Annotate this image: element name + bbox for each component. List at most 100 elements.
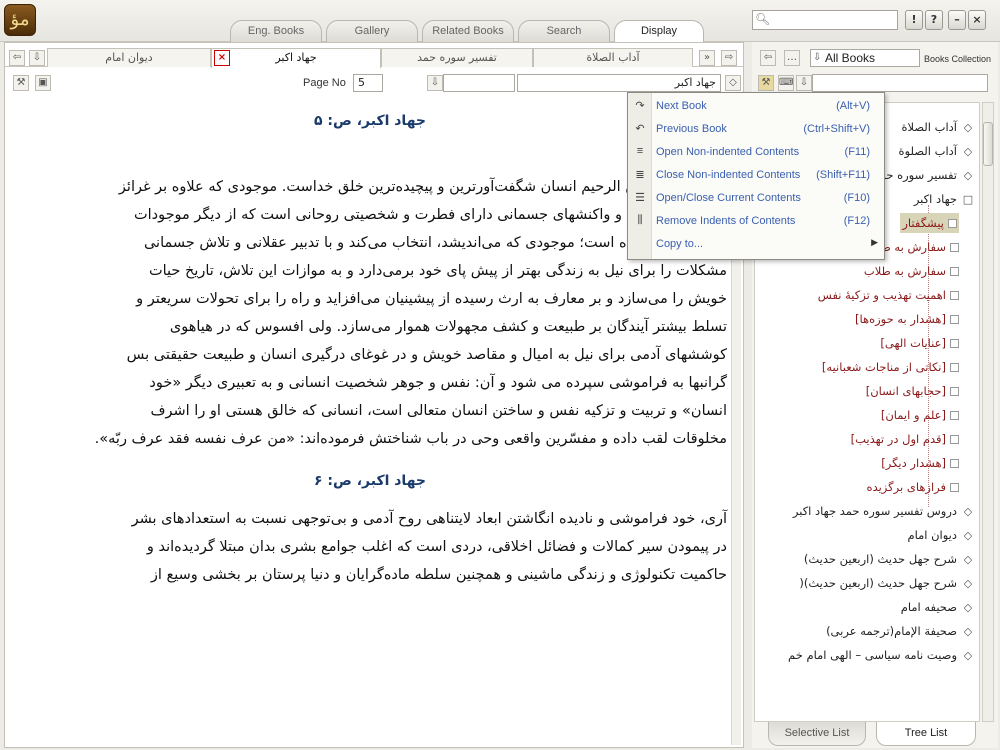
doc-tab-adab[interactable]: آداب الصلاة <box>533 48 693 67</box>
close-window-button[interactable]: × <box>968 10 986 30</box>
text-line: آری، خود فراموشی و نادیده انگاشتن ابعاد … <box>131 511 727 527</box>
node-box-icon <box>950 363 959 372</box>
book-icon: ◇ <box>963 648 973 662</box>
tree-subitem[interactable]: [قدم اول در تهذیب] <box>851 429 959 449</box>
tree-item[interactable]: ◇دروس تفسیر سوره حمد جهاد اکبر <box>793 501 975 521</box>
tree-item[interactable]: ◇آداب الصلاة <box>901 117 975 137</box>
page-down-arrow-icon[interactable]: ⇩ <box>427 75 443 91</box>
tabs-more-icon[interactable]: » <box>699 50 715 66</box>
node-box-icon <box>950 435 959 444</box>
tree-subitem[interactable]: [هشدار دیگر] <box>881 453 959 473</box>
tree-item[interactable]: ◇وصیت نامه سیاسی – الهی امام خم <box>788 645 975 665</box>
tree-item[interactable]: ◇شرح جهل حدیث (اربعین حدیث) <box>804 549 975 569</box>
tab-eng-books[interactable]: Eng. Books <box>230 20 322 42</box>
search-icon: 🔍︎ <box>755 12 771 26</box>
context-menu: ↷ Next Book (Alt+V) ↶ Previous Book (Ctr… <box>627 92 885 260</box>
book-next-icon: ↷ <box>635 100 645 112</box>
node-box-icon <box>950 267 959 276</box>
menu-item-remove-indents[interactable]: ⫼ Remove Indents of Contents (F12) <box>628 210 884 233</box>
tree-subitem[interactable]: [علم و ایمان] <box>881 405 959 425</box>
section-dropdown[interactable] <box>443 74 515 92</box>
tab-selective-list[interactable]: Selective List <box>768 722 866 746</box>
tree-item[interactable]: ◇صحیفه امام <box>901 597 975 617</box>
book-icon: ◇ <box>963 624 973 638</box>
tree-subitem[interactable]: اهمیت تهذیب و تزکیهٔ نفس <box>818 285 959 305</box>
menu-item-previous-book[interactable]: ↶ Previous Book (Ctrl+Shift+V) <box>628 118 884 141</box>
text-line: حاکمیت تکنولوژی و زندگی ماشینی و همچنین … <box>150 567 727 583</box>
help-button[interactable]: ? <box>925 10 943 30</box>
tabs-left-arrow-icon[interactable]: ⇦ <box>9 50 25 66</box>
book-icon: ◇ <box>963 576 973 590</box>
node-box-icon <box>950 243 959 252</box>
tab-search[interactable]: Search <box>518 20 610 42</box>
list-close-icon: ≣ <box>635 169 645 181</box>
books-collection-value: All Books <box>825 51 876 65</box>
node-box-icon <box>948 219 957 228</box>
tree-item[interactable]: ◇دیوان امام <box>907 525 975 545</box>
close-tab-icon[interactable]: × <box>214 50 230 66</box>
wrench-icon[interactable]: ⚒ <box>13 75 29 91</box>
frame-icon[interactable]: ▣ <box>35 75 51 91</box>
toggle-contents-icon: ☰ <box>635 192 645 204</box>
book-prev-icon: ↶ <box>635 123 645 135</box>
tree-subitem[interactable]: [عنایات الهی] <box>880 333 959 353</box>
menu-item-copy-to[interactable]: Copy to... ▶ <box>628 233 884 256</box>
more-options-icon[interactable]: … <box>784 50 800 66</box>
page-heading: جهاد اکبر، ص: ۵ <box>313 113 427 129</box>
books-collection-select[interactable]: ⇩ All Books <box>810 49 920 67</box>
alert-button[interactable]: ! <box>905 10 923 30</box>
chevron-down-icon: ⇩ <box>813 52 822 63</box>
tree-down-arrow-icon[interactable]: ⇩ <box>796 75 812 91</box>
menu-item-close-contents[interactable]: ≣ Close Non-indented Contents (Shift+F11… <box>628 164 884 187</box>
doc-tab-jihad-label: جهاد اکبر <box>275 51 317 64</box>
text-line: کوششهای آدمی برای نیل به امیال و مقاصد خ… <box>126 347 727 363</box>
tree-subitem[interactable]: [حجابهای انسان] <box>866 381 959 401</box>
tab-gallery[interactable]: Gallery <box>326 20 418 42</box>
menu-item-toggle-contents[interactable]: ☰ Open/Close Current Contents (F10) <box>628 187 884 210</box>
doc-tab-divan[interactable]: دیوان امام <box>47 48 211 67</box>
minimize-button[interactable]: – <box>948 10 966 30</box>
doc-tab-jihad[interactable]: × جهاد اکبر <box>211 48 381 68</box>
tree-scrollbar-thumb[interactable] <box>983 122 993 166</box>
copy-icon <box>632 237 648 251</box>
tree-subitem[interactable]: فرازهای برگزیده <box>867 477 959 497</box>
tree-scrollbar[interactable] <box>982 102 994 722</box>
page-number-input[interactable]: 5 <box>353 74 383 92</box>
tab-related-books[interactable]: Related Books <box>422 20 514 42</box>
tabs-down-arrow-icon[interactable]: ⇩ <box>29 50 45 66</box>
book-icon: ◇ <box>963 120 973 134</box>
books-collection-label: Books Collection <box>924 54 992 64</box>
tree-item[interactable]: ◇تفسیر سوره حمد <box>874 165 975 185</box>
text-line: خویش را می‌سازد و بر معارف به ارث رسیده … <box>136 291 727 307</box>
tabs-right-arrow-icon[interactable]: ⇨ <box>721 50 737 66</box>
submenu-arrow-icon: ▶ <box>871 237 878 247</box>
tab-display[interactable]: Display <box>614 20 704 43</box>
node-box-icon <box>950 291 959 300</box>
tree-subitem[interactable]: [هشدار به حوزه‌ها] <box>855 309 959 329</box>
menu-item-next-book[interactable]: ↷ Next Book (Alt+V) <box>628 95 884 118</box>
text-line: تسلط بیشتر آیندگان بر طبیعت و کشف مجهولا… <box>169 319 727 335</box>
books-toolbar: ⇦ … ⇩ All Books Books Collection <box>752 46 998 68</box>
back-arrow-icon[interactable]: ⇦ <box>760 50 776 66</box>
tree-item[interactable]: ◇صحیفة الإمام(ترجمه عربی) <box>826 621 975 641</box>
doc-tab-tafsir[interactable]: تفسیر سوره حمد <box>381 48 533 67</box>
text-line: مشکلات را برای نیل به زندگی بهتر از پیش … <box>148 263 727 279</box>
global-search-input[interactable]: 🔍︎ <box>752 10 898 30</box>
book-jump-input[interactable]: جهاد اکبر <box>517 74 721 92</box>
tree-search-input[interactable] <box>812 74 988 92</box>
document-tabs: ⇦ ⇩ دیوان امام × جهاد اکبر تفسیر سوره حم… <box>5 45 743 68</box>
text-line: انسان» و تربیت و تزکیه نفس و ساختن انسان… <box>150 403 727 419</box>
menu-item-open-contents[interactable]: ≡ Open Non-indented Contents (F11) <box>628 141 884 164</box>
key-icon[interactable]: ⚒ <box>758 75 774 91</box>
tree-item[interactable]: ◇آداب الصلوة <box>899 141 975 161</box>
tree-subitem[interactable]: پیشگفتار <box>900 213 959 233</box>
tab-tree-list[interactable]: Tree List <box>876 722 976 746</box>
tree-item[interactable]: ◇شرح جهل حدیث (اربعین حدیث)( <box>799 573 975 593</box>
tree-subitem[interactable]: [نکاتی از مناجات شعبانیه] <box>822 357 959 377</box>
book-icon: ◇ <box>963 504 973 518</box>
tree-subitem[interactable]: سفارش به طلاب <box>864 261 959 281</box>
tree-item-open[interactable]: □جهاد اکبر <box>914 189 975 209</box>
keyboard-icon[interactable]: ⌨ <box>778 75 794 91</box>
list-open-icon: ≡ <box>636 145 644 157</box>
eraser-icon[interactable]: ◇ <box>725 75 741 91</box>
